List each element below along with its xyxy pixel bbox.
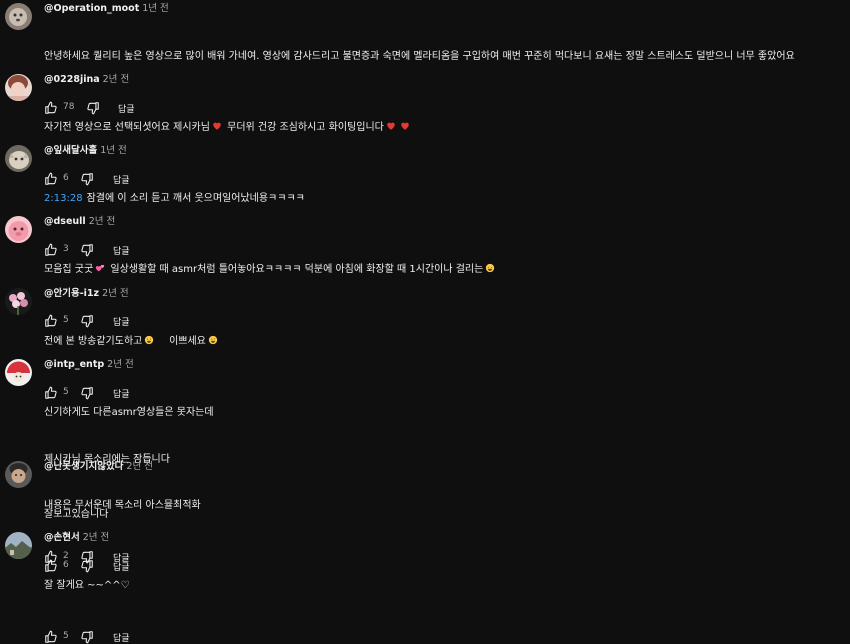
- dislike-icon[interactable]: [80, 630, 96, 644]
- comment-time[interactable]: 2년 전: [107, 359, 134, 370]
- heart-icon: [387, 122, 395, 130]
- avatar[interactable]: [5, 3, 32, 30]
- comments-list: @Operation_moot 1년 전 안녕하세요 퀄리티 높은 영상으로 많이…: [0, 0, 850, 644]
- comment-author[interactable]: @잎새달사흘: [44, 145, 97, 156]
- comment-author[interactable]: @Operation_moot: [44, 3, 139, 14]
- avatar[interactable]: [5, 461, 32, 488]
- comment-line: 자기전 영상으로 선택되셧어요 제시카님 무더위 건강 조심하시고 화이팅입니다: [44, 120, 842, 136]
- comment-author[interactable]: @안기용-i1z: [44, 288, 99, 299]
- avatar[interactable]: [5, 288, 32, 315]
- comment-text-part: 일상생활할 때 asmr처럼 틀어놓아요ㅋㅋㅋㅋ 덕분에 아침에 화장할 때 1…: [110, 264, 484, 275]
- comment-author[interactable]: @intp_entp: [44, 359, 104, 370]
- avatar[interactable]: [5, 216, 32, 243]
- comment-author[interactable]: @dseull: [44, 216, 86, 227]
- like-icon[interactable]: [44, 630, 60, 644]
- comment-line: 잘보고있습니다: [44, 509, 109, 520]
- avatar[interactable]: [5, 145, 32, 172]
- comment-time[interactable]: 2년 전: [126, 461, 153, 472]
- comment-text-part: 전에 본 방송같기도하고: [44, 336, 143, 347]
- heart-icon: [213, 122, 221, 130]
- comment-text-part: 무더위 건강 조심하시고 화이팅입니다: [227, 122, 384, 133]
- smiling-face-icon: [208, 335, 218, 345]
- avatar[interactable]: [5, 532, 32, 559]
- avatar[interactable]: [5, 359, 32, 386]
- comment-author[interactable]: @난못생기지않았다: [44, 461, 123, 472]
- reply-button[interactable]: 답글: [113, 631, 130, 644]
- heart-icon: [401, 122, 409, 130]
- comment-text-part: 자기전 영상으로 선택되셧어요 제시카님: [44, 122, 210, 133]
- laughing-face-icon: [486, 263, 495, 273]
- comment-time[interactable]: 2년 전: [89, 216, 116, 227]
- grinning-face-icon: [145, 335, 154, 345]
- comment-author[interactable]: @손현서: [44, 532, 80, 543]
- comment-line: 신기하게도 다른asmr영상들은 못자는데: [44, 407, 214, 418]
- comment-text-part: 이쁘세요: [169, 336, 206, 347]
- comment-line: 잘 잘게요 ~~^^♡: [44, 580, 130, 591]
- comment-text-part: 잠결에 이 소리 듣고 깨서 웃으며일어났네용ㅋㅋㅋㅋ: [86, 193, 305, 204]
- comment-text: 잘 잘게요 ~~^^♡: [44, 547, 842, 625]
- comment-time[interactable]: 1년 전: [142, 3, 169, 14]
- comment-text-part: 모음집 굿굿: [44, 264, 94, 275]
- comment-line: 전에 본 방송같기도하고 이쁘세요: [44, 334, 842, 350]
- comment-actions: 5 답글: [44, 630, 842, 644]
- avatar[interactable]: [5, 74, 32, 101]
- comment-time[interactable]: 2년 전: [83, 532, 110, 543]
- comment-line: 2:13:28 잠결에 이 소리 듣고 깨서 웃으며일어났네용ㅋㅋㅋㅋ: [44, 191, 842, 207]
- timestamp-link[interactable]: 2:13:28: [44, 193, 83, 204]
- comment-time[interactable]: 1년 전: [100, 145, 127, 156]
- comment-time[interactable]: 2년 전: [102, 288, 129, 299]
- comment-time[interactable]: 2년 전: [103, 74, 130, 85]
- comment-line: 모음집 굿굿 일상생활할 때 asmr처럼 틀어놓아요ㅋㅋㅋㅋ 덕분에 아침에 …: [44, 262, 842, 278]
- comment-author[interactable]: @0228jina: [44, 74, 100, 85]
- comment-line: 안녕하세요 퀄리티 높은 영상으로 많이 배워 가네여. 영상에 감사드리고 불…: [44, 51, 795, 62]
- two-hearts-icon: [96, 264, 105, 272]
- like-count: 5: [63, 630, 69, 641]
